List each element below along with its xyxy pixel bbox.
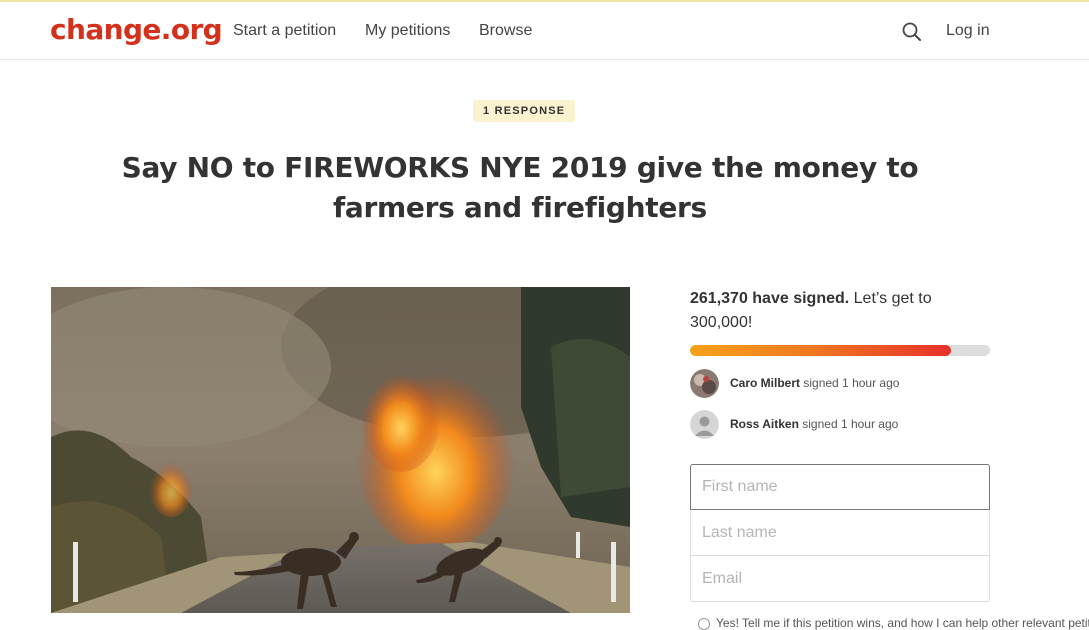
recent-signer: Caro Milbert signed 1 hour ago: [690, 369, 1010, 399]
default-avatar-icon: [690, 410, 719, 439]
signer-name: Ross Aitken: [730, 417, 799, 431]
login-link[interactable]: Log in: [946, 22, 990, 40]
signature-count-text: 261,370 have signed. Let’s get to 300,00…: [690, 287, 990, 335]
updates-opt-in[interactable]: Yes! Tell me if this petition wins, and …: [698, 616, 1089, 630]
signature-count: 261,370 have signed.: [690, 290, 850, 307]
signer-text: Caro Milbert signed 1 hour ago: [730, 376, 899, 390]
opt-in-label: Yes! Tell me if this petition wins, and …: [716, 616, 1089, 630]
petition-photo: [51, 287, 630, 613]
signer-action: signed 1 hour ago: [802, 417, 899, 431]
response-badge[interactable]: 1 RESPONSE: [473, 100, 576, 122]
signer-action: signed 1 hour ago: [803, 376, 900, 390]
nav-browse[interactable]: Browse: [479, 22, 532, 40]
petition-title: Say NO to FIREWORKS NYE 2019 give the mo…: [121, 151, 919, 224]
change-org-logo[interactable]: change.org: [50, 13, 223, 46]
avatar: [690, 369, 719, 398]
signature-progress-bar: [690, 345, 990, 356]
signer-text: Ross Aitken signed 1 hour ago: [730, 417, 898, 431]
nav-my-petitions[interactable]: My petitions: [365, 22, 450, 40]
signer-name: Caro Milbert: [730, 376, 801, 390]
search-icon[interactable]: [900, 20, 924, 44]
signature-progress-fill: [690, 345, 952, 356]
first-name-field[interactable]: [690, 464, 990, 510]
site-header: change.org Start a petition My petitions…: [0, 2, 1089, 60]
email-field[interactable]: [690, 556, 990, 602]
recent-signer: Ross Aitken signed 1 hour ago: [690, 410, 1010, 440]
nav-start-petition[interactable]: Start a petition: [233, 22, 336, 40]
last-name-field[interactable]: [690, 510, 990, 556]
